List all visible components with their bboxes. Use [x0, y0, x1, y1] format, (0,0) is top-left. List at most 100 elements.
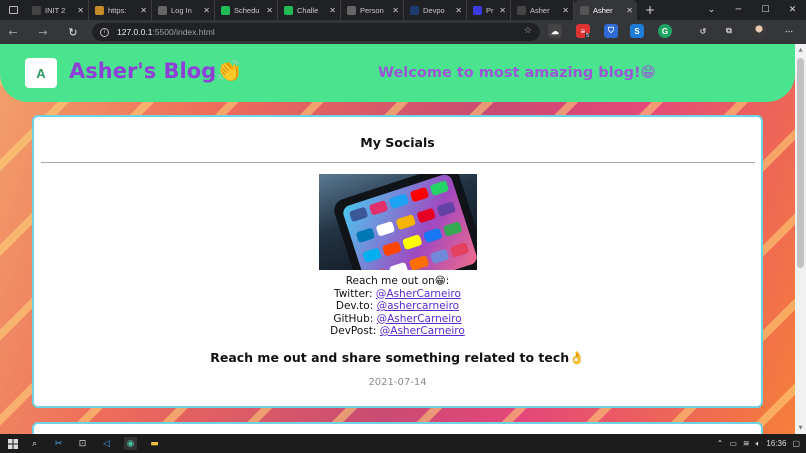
github-link[interactable]: @AsherCarneiro — [377, 313, 462, 325]
twitter-link[interactable]: @AsherCarneiro — [376, 288, 461, 300]
edge-browser-icon[interactable]: ◉ — [124, 437, 137, 450]
devto-link[interactable]: @ashercarneiro — [377, 300, 460, 312]
github-icon — [32, 5, 41, 15]
clock-time[interactable]: 16:36 — [766, 439, 786, 448]
globe-icon — [158, 5, 167, 15]
battery-icon[interactable]: ▭ — [729, 439, 737, 448]
forward-button[interactable]: → — [30, 20, 56, 44]
box-icon — [95, 5, 104, 15]
devpost-d-icon — [410, 5, 419, 15]
tab-title: INIT 2 — [45, 5, 66, 15]
tab-actions-icon[interactable] — [0, 0, 26, 20]
tab-search-icon[interactable]: ⌄ — [698, 0, 725, 20]
tab-title: https: — [108, 5, 127, 15]
page-icon — [580, 5, 589, 15]
browser-tab[interactable]: https: ✕ — [89, 0, 152, 20]
social-line-github: GitHub: @AsherCarneiro — [34, 313, 761, 326]
cloud-extension-icon[interactable]: ☁ — [548, 24, 562, 38]
file-explorer-icon[interactable]: ▬ — [148, 437, 161, 450]
tab-title: Asher — [593, 5, 613, 15]
grammarly-extension-icon[interactable]: G — [658, 24, 672, 38]
menu-icon[interactable]: ⋯ — [782, 24, 796, 38]
system-tray: ⌃ ▭ ≋ 🔈︎ 16:36 ▢ — [711, 434, 800, 453]
reach-intro: Reach me out on😁: — [345, 275, 450, 287]
globe-icon — [347, 5, 356, 15]
socials-post-card: My Socials Reach me out on😁: Twitter: @A… — [32, 115, 763, 408]
browser-tab[interactable]: Schedu ✕ — [215, 0, 278, 20]
scroll-up-icon[interactable]: ▲ — [797, 47, 804, 53]
close-tab-icon[interactable]: ✕ — [329, 6, 336, 15]
window-controls: ⌄ ─ ☐ ✕ — [698, 0, 806, 20]
snip-tool-icon[interactable]: ✂ — [52, 437, 65, 450]
browser-tab[interactable]: Pr ✕ — [467, 0, 511, 20]
welcome-message: Welcome to most amazing blog!😁 — [378, 65, 656, 81]
tray-chevron-icon[interactable]: ⌃ — [717, 439, 724, 448]
browser-tab[interactable]: Asher ✕ — [574, 0, 637, 20]
close-window-button[interactable]: ✕ — [779, 0, 806, 20]
scroll-down-icon[interactable]: ▼ — [797, 425, 804, 431]
close-tab-icon[interactable]: ✕ — [77, 6, 84, 15]
social-line-devto: Dev.to: @ashercarneiro — [34, 300, 761, 313]
new-tab-button[interactable]: + — [637, 3, 663, 17]
browser-tab[interactable]: Devpo ✕ — [404, 0, 467, 20]
site-header: A Asher's Blog👏 Welcome to most amazing … — [0, 44, 795, 102]
github-icon — [517, 5, 526, 15]
notifications-icon[interactable]: ▢ — [792, 439, 800, 448]
divider — [41, 162, 755, 163]
social-label: DevPost: — [330, 325, 377, 337]
close-tab-icon[interactable]: ✕ — [562, 6, 569, 15]
devpost-icon — [284, 5, 293, 15]
tab-title: Person — [360, 5, 384, 15]
close-tab-icon[interactable]: ✕ — [266, 6, 273, 15]
store-icon[interactable]: ⊡ — [76, 437, 89, 450]
site-logo[interactable]: A — [25, 58, 57, 88]
tab-title: Asher — [530, 5, 550, 15]
wifi-icon[interactable]: ≋ — [743, 439, 750, 448]
reload-button[interactable]: ↻ — [60, 20, 86, 44]
devpost-icon — [221, 5, 230, 15]
tab-title: Schedu — [234, 5, 260, 15]
close-tab-icon[interactable]: ✕ — [203, 6, 210, 15]
social-line-devpost: DevPost: @AsherCarneiro — [34, 325, 761, 338]
windows-start-icon[interactable] — [6, 437, 19, 450]
browser-tab[interactable]: Challe ✕ — [278, 0, 341, 20]
devpost-link[interactable]: @AsherCarneiro — [380, 325, 465, 337]
volume-icon[interactable]: 🔈︎ — [756, 439, 761, 449]
post-date: 2021-07-14 — [368, 377, 427, 388]
browser-tab[interactable]: Log In ✕ — [152, 0, 215, 20]
bookmark-star-icon[interactable]: ☆ — [524, 26, 532, 36]
close-tab-icon[interactable]: ✕ — [392, 6, 399, 15]
maximize-button[interactable]: ☐ — [752, 0, 779, 20]
next-post-card — [32, 422, 763, 434]
scrollbar-thumb[interactable] — [797, 58, 804, 268]
social-line-twitter: Twitter: @AsherCarneiro — [34, 288, 761, 301]
site-info-icon[interactable]: i — [100, 27, 109, 37]
blog-title[interactable]: Asher's Blog👏 — [69, 59, 242, 84]
close-tab-icon[interactable]: ✕ — [140, 6, 147, 15]
minimize-button[interactable]: ─ — [725, 0, 752, 20]
close-tab-icon[interactable]: ✕ — [499, 6, 506, 15]
collections-icon[interactable]: ⧉ — [722, 24, 736, 38]
tab-list: INIT 2 ✕ https: ✕ Log In ✕ Schedu ✕ Challe ✕ Perso… — [26, 0, 637, 20]
search-icon[interactable]: ⌕ — [28, 437, 41, 450]
call-to-action: Reach me out and share something related… — [210, 350, 585, 365]
profile-avatar[interactable] — [752, 24, 766, 38]
post-heading: My Socials — [360, 135, 435, 150]
browser-tab[interactable]: INIT 2 ✕ — [26, 0, 89, 20]
close-tab-icon[interactable]: ✕ — [626, 6, 633, 15]
history-icon[interactable]: ↺ — [696, 24, 710, 38]
windows-taskbar: ⌕ ✂ ⊡ ◁ ◉ ▬ ⌃ ▭ ≋ 🔈︎ 16:36 ▢ — [0, 434, 806, 453]
back-button[interactable]: ← — [0, 20, 26, 44]
social-apps-phone-image — [319, 174, 477, 270]
s-extension-icon[interactable]: S — [630, 24, 644, 38]
bitwarden-extension-icon[interactable]: ⛉ — [604, 24, 618, 38]
page-scrollbar[interactable]: ▲ ▼ — [795, 44, 806, 434]
address-bar[interactable]: i 127.0.0.1:5500/index.html ☆ — [92, 23, 540, 41]
browser-tab[interactable]: Asher ✕ — [511, 0, 574, 20]
browser-tab-strip: INIT 2 ✕ https: ✕ Log In ✕ Schedu ✕ Challe ✕ Perso… — [0, 0, 806, 20]
page-viewport: A Asher's Blog👏 Welcome to most amazing … — [0, 44, 795, 434]
browser-tab[interactable]: Person ✕ — [341, 0, 404, 20]
close-tab-icon[interactable]: ✕ — [455, 6, 462, 15]
vscode-icon[interactable]: ◁ — [100, 437, 113, 450]
tab-title: Log In — [171, 5, 192, 15]
